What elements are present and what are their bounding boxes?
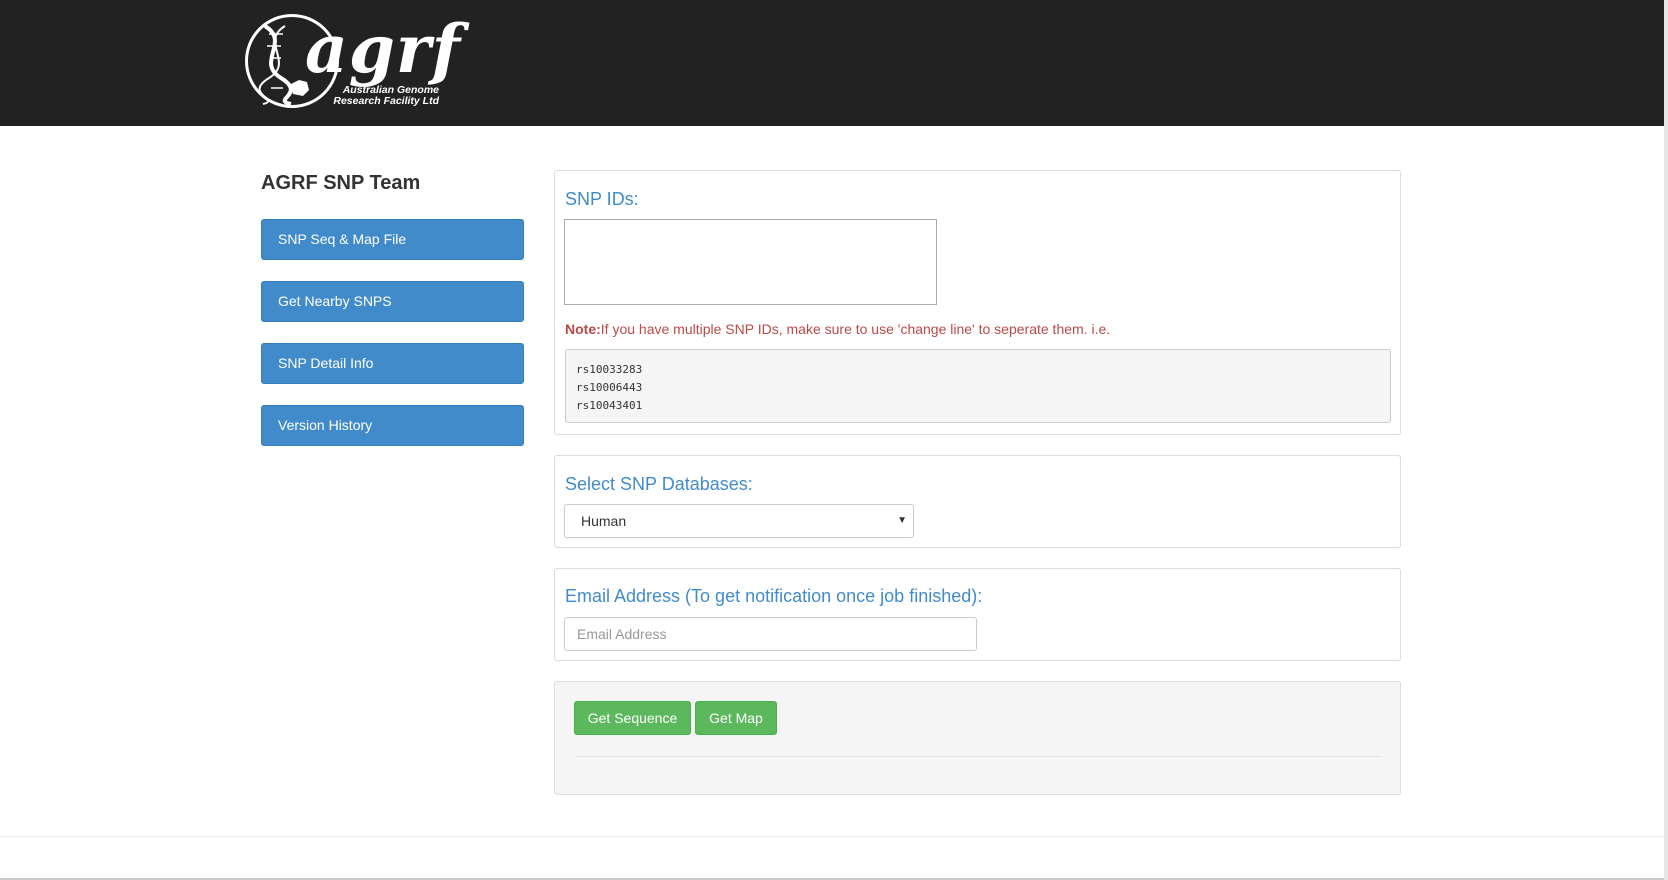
snp-databases-panel: Select SNP Databases: Human ▼ <box>554 455 1401 548</box>
logo-wordmark: agrf <box>305 10 462 88</box>
dna-helix-icon <box>258 24 309 106</box>
email-heading: Email Address (To get notification once … <box>565 586 983 606</box>
sidebar-item-snp-detail-info[interactable]: SNP Detail Info <box>261 343 524 384</box>
divider <box>575 756 1381 757</box>
snp-database-select[interactable]: Human ▼ <box>564 504 914 538</box>
snp-databases-heading: Select SNP Databases: <box>565 474 753 494</box>
footer-divider <box>0 836 1664 837</box>
sidebar-item-version-history[interactable]: Version History <box>261 405 524 446</box>
snp-ids-example-block: rs10033283 rs10006443 rs10043401 <box>565 349 1391 423</box>
actions-panel: Get Sequence Get Map <box>554 681 1401 795</box>
get-sequence-button[interactable]: Get Sequence <box>574 701 691 735</box>
snp-database-selected-value: Human <box>581 513 627 529</box>
example-snp-id: rs10043401 <box>576 399 643 412</box>
logo-subtitle: Australian Genome Research Facility Ltd <box>325 85 439 107</box>
chevron-down-icon: ▼ <box>897 515 907 526</box>
email-panel: Email Address (To get notification once … <box>554 568 1401 661</box>
sidebar-title: AGRF SNP Team <box>261 172 421 194</box>
example-snp-id: rs10033283 <box>576 363 643 376</box>
sidebar-item-snp-seq-map-file[interactable]: SNP Seq & Map File <box>261 219 524 260</box>
note-text: If you have multiple SNP IDs, make sure … <box>600 321 1111 337</box>
sidebar-item-get-nearby-snps[interactable]: Get Nearby SNPS <box>261 281 524 322</box>
note-label: Note: <box>565 321 601 337</box>
agrf-logo[interactable]: agrf Australian Genome Research Facility… <box>243 12 460 112</box>
snp-ids-note: Note:If you have multiple SNP IDs, make … <box>565 321 1110 337</box>
snp-ids-textarea[interactable] <box>564 219 937 305</box>
example-snp-id: rs10006443 <box>576 381 643 394</box>
top-navbar: agrf Australian Genome Research Facility… <box>0 0 1664 126</box>
snp-ids-heading: SNP IDs: <box>565 189 639 209</box>
page-scrollbar[interactable] <box>1664 0 1668 880</box>
snp-ids-panel: SNP IDs: Note:If you have multiple SNP I… <box>554 170 1401 435</box>
logo-subtitle-line2: Research Facility Ltd <box>333 95 439 107</box>
get-map-button[interactable]: Get Map <box>695 701 777 735</box>
email-input[interactable] <box>564 617 977 651</box>
